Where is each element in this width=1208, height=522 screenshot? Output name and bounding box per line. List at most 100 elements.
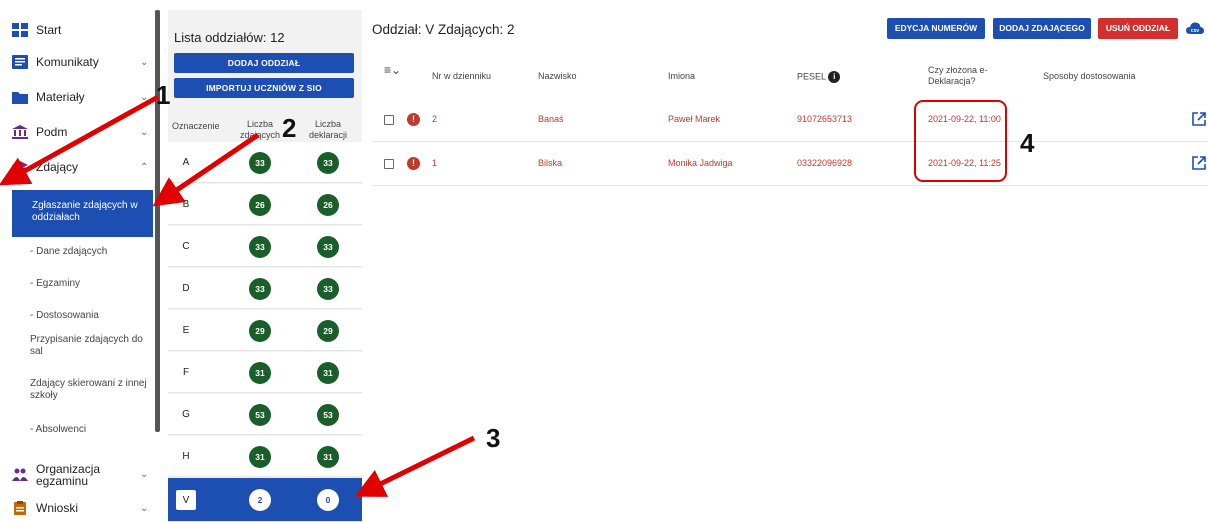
- declarations-count-badge: 33: [317, 278, 339, 300]
- class-row-a[interactable]: A 33 33: [168, 142, 362, 183]
- sub-item-label: - Egzaminy: [30, 278, 81, 289]
- students-count-badge: 33: [249, 278, 271, 300]
- folder-icon: [12, 92, 28, 104]
- class-code: F: [182, 367, 190, 378]
- grid-icon: [12, 23, 28, 37]
- sub-item-skierowani[interactable]: Zdający skierowani z innej szkoły: [12, 378, 150, 402]
- clipboard-icon: [14, 501, 26, 515]
- class-row-v[interactable]: V 2 0: [168, 478, 362, 522]
- sub-item-dostosowania[interactable]: - Dostosowania: [12, 310, 153, 322]
- chevron-down-icon[interactable]: ⌄: [140, 503, 148, 514]
- edit-numbers-button[interactable]: EDYCJA NUMERÓW: [887, 18, 985, 39]
- cell-pesel: 03322096928: [797, 158, 853, 168]
- column-header-adjustments[interactable]: Sposoby dostosowania: [1043, 71, 1136, 82]
- sidebar-item-label: Zdający: [36, 160, 79, 174]
- class-code: B: [182, 199, 190, 210]
- declarations-count-badge: 33: [317, 152, 339, 174]
- declarations-count-badge: 31: [317, 446, 339, 468]
- class-code: V: [176, 490, 196, 510]
- annotation-number: 2: [282, 113, 297, 143]
- sidebar-item-label: Organizacja egzaminu: [36, 462, 101, 488]
- cell-number: 1: [432, 158, 438, 168]
- cloud-icon: csv: [1186, 22, 1204, 34]
- column-header-label: PESEL: [797, 71, 826, 82]
- column-header-names[interactable]: Imiona: [668, 71, 695, 82]
- sidebar-item-podmioty[interactable]: Podm ⌄: [0, 112, 155, 152]
- class-code: D: [182, 283, 190, 294]
- sidebar-item-label: Komunikaty: [36, 55, 99, 69]
- chevron-down-icon[interactable]: ⌄: [140, 57, 148, 68]
- column-header-code: Oznaczenie: [172, 121, 220, 131]
- cell-pesel: 91072653713: [797, 114, 853, 124]
- sub-item-egzaminy[interactable]: - Egzaminy: [12, 278, 153, 290]
- declarations-count-badge: 0: [317, 489, 339, 511]
- column-header-number[interactable]: Nr w dzienniku: [432, 71, 491, 82]
- declarations-count-badge: 53: [317, 404, 339, 426]
- sidebar-item-wnioski[interactable]: Wnioski ⌄: [0, 488, 155, 522]
- chevron-down-icon[interactable]: ⌄: [140, 469, 148, 481]
- sidebar-item-zdajacy[interactable]: Zdający ⌃: [0, 147, 155, 187]
- row-checkbox[interactable]: [384, 115, 394, 125]
- sidebar-item-komunikaty[interactable]: Komunikaty ⌄: [0, 42, 155, 82]
- chevron-up-icon[interactable]: ⌃: [140, 162, 148, 173]
- cell-number: 2: [432, 114, 438, 124]
- add-class-button[interactable]: DODAJ ODDZIAŁ: [174, 53, 354, 73]
- add-student-button[interactable]: DODAJ ZDAJĄCEGO: [993, 18, 1091, 39]
- column-header-declaration[interactable]: Czy złożona e-Deklaracja?: [928, 65, 1004, 87]
- students-count-badge: 33: [249, 152, 271, 174]
- row-checkbox[interactable]: [384, 159, 394, 169]
- column-header-surname[interactable]: Nazwisko: [538, 71, 577, 82]
- sub-item-label: Zdający skierowani z innej szkoły: [30, 378, 147, 401]
- csv-cloud-button[interactable]: csv: [1186, 21, 1204, 37]
- cell-surname: Banaś: [538, 114, 564, 124]
- chevron-down-icon[interactable]: ⌄: [140, 127, 148, 138]
- cell-surname: Bilska: [538, 158, 563, 168]
- open-external-icon[interactable]: [1192, 156, 1206, 170]
- class-code: G: [182, 409, 190, 420]
- sub-item-label: - Absolwenci: [30, 424, 87, 435]
- sidebar-item-label: Start: [36, 23, 62, 37]
- class-row-b[interactable]: B 26 26: [168, 184, 362, 225]
- column-header-pesel[interactable]: PESEL i: [797, 71, 841, 83]
- class-row-f[interactable]: F 31 31: [168, 352, 362, 393]
- cell-names: Monika Jadwiga: [668, 158, 733, 168]
- table-row[interactable]: ! 2 Banaś Paweł Marek 91072653713 2021-0…: [372, 98, 1208, 142]
- declarations-count-badge: 33: [317, 236, 339, 258]
- class-code: C: [182, 241, 190, 252]
- sub-item-przypisanie[interactable]: Przypisanie zdających do sal: [12, 334, 150, 358]
- sidebar-item-materialy[interactable]: Materiały ⌄: [0, 77, 155, 117]
- warning-icon: !: [407, 157, 420, 170]
- sidebar-item-label: Podm: [36, 125, 68, 139]
- class-row-h[interactable]: H 31 31: [168, 436, 362, 477]
- message-icon: [12, 55, 28, 69]
- students-count-badge: 31: [249, 362, 271, 384]
- sub-item-zglaszanie[interactable]: Zgłaszanie zdających w oddziałach: [12, 190, 153, 237]
- page-title: Oddział: V Zdających: 2: [372, 22, 515, 37]
- class-row-c[interactable]: C 33 33: [168, 226, 362, 267]
- column-settings-icon[interactable]: ≡⌄: [384, 64, 401, 76]
- class-row-d[interactable]: D 33 33: [168, 268, 362, 309]
- table-row[interactable]: ! 1 Bilska Monika Jadwiga 03322096928 20…: [372, 142, 1208, 186]
- import-students-button[interactable]: IMPORTUJ UCZNIÓW Z SIO: [174, 78, 354, 98]
- sub-item-label: - Dostosowania: [30, 310, 99, 321]
- csv-label: csv: [1191, 28, 1200, 34]
- annotation-number: 4: [1020, 128, 1035, 158]
- students-count-badge: 31: [249, 446, 271, 468]
- class-row-g[interactable]: G 53 53: [168, 394, 362, 435]
- column-header-declarations: Liczba deklaracji: [308, 119, 348, 140]
- remove-class-button[interactable]: USUŃ ODDZIAŁ: [1098, 18, 1178, 39]
- chevron-down-icon[interactable]: ⌄: [140, 92, 148, 103]
- students-count-badge: 33: [249, 236, 271, 258]
- info-icon[interactable]: i: [828, 71, 841, 83]
- students-count-badge: 26: [249, 194, 271, 216]
- sub-item-absolwenci[interactable]: - Absolwenci: [12, 424, 153, 436]
- class-row-e[interactable]: E 29 29: [168, 310, 362, 351]
- sub-item-dane-zdajacych[interactable]: - Dane zdających: [12, 246, 153, 258]
- graduation-cap-icon: [12, 161, 28, 173]
- declarations-count-badge: 26: [317, 194, 339, 216]
- declaration-highlight-box: [914, 100, 1007, 182]
- open-external-icon[interactable]: [1192, 112, 1206, 126]
- declarations-count-badge: 29: [317, 320, 339, 342]
- sidebar-scrollbar[interactable]: [155, 10, 160, 432]
- declarations-count-badge: 31: [317, 362, 339, 384]
